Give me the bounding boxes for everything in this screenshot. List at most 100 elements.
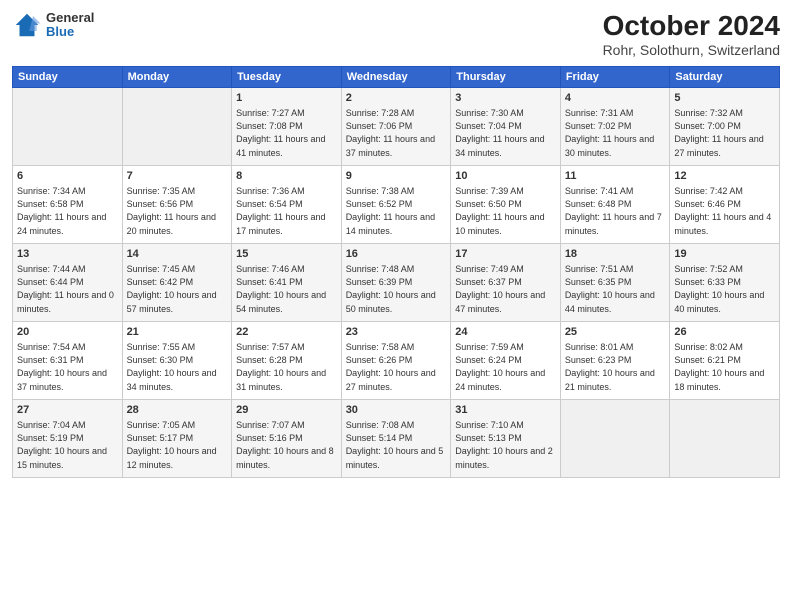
calendar-day-cell: 24Sunrise: 7:59 AM Sunset: 6:24 PM Dayli… <box>451 322 561 400</box>
day-info: Sunrise: 7:28 AM Sunset: 7:06 PM Dayligh… <box>346 107 447 159</box>
day-number: 20 <box>17 325 118 340</box>
calendar-day-cell: 16Sunrise: 7:48 AM Sunset: 6:39 PM Dayli… <box>341 244 451 322</box>
day-info: Sunrise: 7:31 AM Sunset: 7:02 PM Dayligh… <box>565 107 666 159</box>
calendar-week-row: 13Sunrise: 7:44 AM Sunset: 6:44 PM Dayli… <box>13 244 780 322</box>
calendar-table: SundayMondayTuesdayWednesdayThursdayFrid… <box>12 66 780 478</box>
weekday-header: Wednesday <box>341 67 451 88</box>
day-number: 4 <box>565 91 666 106</box>
calendar-day-cell: 2Sunrise: 7:28 AM Sunset: 7:06 PM Daylig… <box>341 88 451 166</box>
day-info: Sunrise: 7:30 AM Sunset: 7:04 PM Dayligh… <box>455 107 556 159</box>
day-info: Sunrise: 7:34 AM Sunset: 6:58 PM Dayligh… <box>17 185 118 237</box>
calendar-day-cell: 27Sunrise: 7:04 AM Sunset: 5:19 PM Dayli… <box>13 400 123 478</box>
day-number: 15 <box>236 247 337 262</box>
calendar-week-row: 27Sunrise: 7:04 AM Sunset: 5:19 PM Dayli… <box>13 400 780 478</box>
weekday-header: Friday <box>560 67 670 88</box>
day-info: Sunrise: 8:01 AM Sunset: 6:23 PM Dayligh… <box>565 341 666 393</box>
day-number: 8 <box>236 169 337 184</box>
day-info: Sunrise: 7:51 AM Sunset: 6:35 PM Dayligh… <box>565 263 666 315</box>
calendar-day-cell: 17Sunrise: 7:49 AM Sunset: 6:37 PM Dayli… <box>451 244 561 322</box>
page-title: October 2024 <box>603 10 780 42</box>
day-info: Sunrise: 7:57 AM Sunset: 6:28 PM Dayligh… <box>236 341 337 393</box>
weekday-header: Sunday <box>13 67 123 88</box>
day-number: 27 <box>17 403 118 418</box>
day-number: 14 <box>127 247 228 262</box>
calendar-day-cell: 11Sunrise: 7:41 AM Sunset: 6:48 PM Dayli… <box>560 166 670 244</box>
day-number: 3 <box>455 91 556 106</box>
day-number: 7 <box>127 169 228 184</box>
logo-line2: Blue <box>46 25 94 39</box>
calendar-day-cell: 21Sunrise: 7:55 AM Sunset: 6:30 PM Dayli… <box>122 322 232 400</box>
calendar-day-cell: 5Sunrise: 7:32 AM Sunset: 7:00 PM Daylig… <box>670 88 780 166</box>
day-info: Sunrise: 7:42 AM Sunset: 6:46 PM Dayligh… <box>674 185 775 237</box>
calendar-week-row: 20Sunrise: 7:54 AM Sunset: 6:31 PM Dayli… <box>13 322 780 400</box>
calendar-day-cell: 4Sunrise: 7:31 AM Sunset: 7:02 PM Daylig… <box>560 88 670 166</box>
day-info: Sunrise: 7:10 AM Sunset: 5:13 PM Dayligh… <box>455 419 556 471</box>
calendar-day-cell: 1Sunrise: 7:27 AM Sunset: 7:08 PM Daylig… <box>232 88 342 166</box>
calendar-day-cell: 31Sunrise: 7:10 AM Sunset: 5:13 PM Dayli… <box>451 400 561 478</box>
calendar-day-cell: 7Sunrise: 7:35 AM Sunset: 6:56 PM Daylig… <box>122 166 232 244</box>
day-info: Sunrise: 7:52 AM Sunset: 6:33 PM Dayligh… <box>674 263 775 315</box>
day-info: Sunrise: 7:54 AM Sunset: 6:31 PM Dayligh… <box>17 341 118 393</box>
day-info: Sunrise: 7:58 AM Sunset: 6:26 PM Dayligh… <box>346 341 447 393</box>
day-info: Sunrise: 7:59 AM Sunset: 6:24 PM Dayligh… <box>455 341 556 393</box>
page-subtitle: Rohr, Solothurn, Switzerland <box>603 42 780 58</box>
day-number: 28 <box>127 403 228 418</box>
day-number: 26 <box>674 325 775 340</box>
calendar-week-row: 1Sunrise: 7:27 AM Sunset: 7:08 PM Daylig… <box>13 88 780 166</box>
calendar-day-cell: 18Sunrise: 7:51 AM Sunset: 6:35 PM Dayli… <box>560 244 670 322</box>
calendar-day-cell: 12Sunrise: 7:42 AM Sunset: 6:46 PM Dayli… <box>670 166 780 244</box>
calendar-header-row: SundayMondayTuesdayWednesdayThursdayFrid… <box>13 67 780 88</box>
calendar-day-cell: 22Sunrise: 7:57 AM Sunset: 6:28 PM Dayli… <box>232 322 342 400</box>
day-number: 18 <box>565 247 666 262</box>
calendar-day-cell <box>560 400 670 478</box>
calendar-day-cell: 28Sunrise: 7:05 AM Sunset: 5:17 PM Dayli… <box>122 400 232 478</box>
day-info: Sunrise: 7:49 AM Sunset: 6:37 PM Dayligh… <box>455 263 556 315</box>
day-info: Sunrise: 7:07 AM Sunset: 5:16 PM Dayligh… <box>236 419 337 471</box>
day-info: Sunrise: 7:39 AM Sunset: 6:50 PM Dayligh… <box>455 185 556 237</box>
day-number: 2 <box>346 91 447 106</box>
calendar-day-cell: 8Sunrise: 7:36 AM Sunset: 6:54 PM Daylig… <box>232 166 342 244</box>
calendar-day-cell: 26Sunrise: 8:02 AM Sunset: 6:21 PM Dayli… <box>670 322 780 400</box>
title-block: October 2024 Rohr, Solothurn, Switzerlan… <box>603 10 780 58</box>
day-info: Sunrise: 8:02 AM Sunset: 6:21 PM Dayligh… <box>674 341 775 393</box>
calendar-day-cell: 14Sunrise: 7:45 AM Sunset: 6:42 PM Dayli… <box>122 244 232 322</box>
day-number: 22 <box>236 325 337 340</box>
day-info: Sunrise: 7:05 AM Sunset: 5:17 PM Dayligh… <box>127 419 228 471</box>
calendar-day-cell: 19Sunrise: 7:52 AM Sunset: 6:33 PM Dayli… <box>670 244 780 322</box>
weekday-header: Monday <box>122 67 232 88</box>
weekday-header: Tuesday <box>232 67 342 88</box>
weekday-header: Saturday <box>670 67 780 88</box>
calendar-day-cell: 25Sunrise: 8:01 AM Sunset: 6:23 PM Dayli… <box>560 322 670 400</box>
day-info: Sunrise: 7:46 AM Sunset: 6:41 PM Dayligh… <box>236 263 337 315</box>
day-number: 23 <box>346 325 447 340</box>
day-info: Sunrise: 7:36 AM Sunset: 6:54 PM Dayligh… <box>236 185 337 237</box>
calendar-day-cell: 30Sunrise: 7:08 AM Sunset: 5:14 PM Dayli… <box>341 400 451 478</box>
calendar-day-cell: 3Sunrise: 7:30 AM Sunset: 7:04 PM Daylig… <box>451 88 561 166</box>
day-number: 12 <box>674 169 775 184</box>
calendar-day-cell <box>13 88 123 166</box>
logo: General Blue <box>12 10 94 40</box>
calendar-day-cell: 23Sunrise: 7:58 AM Sunset: 6:26 PM Dayli… <box>341 322 451 400</box>
day-info: Sunrise: 7:38 AM Sunset: 6:52 PM Dayligh… <box>346 185 447 237</box>
day-info: Sunrise: 7:41 AM Sunset: 6:48 PM Dayligh… <box>565 185 666 237</box>
day-number: 29 <box>236 403 337 418</box>
calendar-day-cell: 20Sunrise: 7:54 AM Sunset: 6:31 PM Dayli… <box>13 322 123 400</box>
logo-line1: General <box>46 11 94 25</box>
day-info: Sunrise: 7:55 AM Sunset: 6:30 PM Dayligh… <box>127 341 228 393</box>
calendar-day-cell: 10Sunrise: 7:39 AM Sunset: 6:50 PM Dayli… <box>451 166 561 244</box>
day-number: 19 <box>674 247 775 262</box>
day-number: 17 <box>455 247 556 262</box>
day-info: Sunrise: 7:27 AM Sunset: 7:08 PM Dayligh… <box>236 107 337 159</box>
day-number: 5 <box>674 91 775 106</box>
day-number: 31 <box>455 403 556 418</box>
day-info: Sunrise: 7:45 AM Sunset: 6:42 PM Dayligh… <box>127 263 228 315</box>
day-info: Sunrise: 7:04 AM Sunset: 5:19 PM Dayligh… <box>17 419 118 471</box>
day-number: 10 <box>455 169 556 184</box>
day-info: Sunrise: 7:35 AM Sunset: 6:56 PM Dayligh… <box>127 185 228 237</box>
day-number: 13 <box>17 247 118 262</box>
logo-text: General Blue <box>46 11 94 40</box>
calendar-day-cell <box>122 88 232 166</box>
day-number: 11 <box>565 169 666 184</box>
logo-icon <box>12 10 42 40</box>
day-number: 21 <box>127 325 228 340</box>
